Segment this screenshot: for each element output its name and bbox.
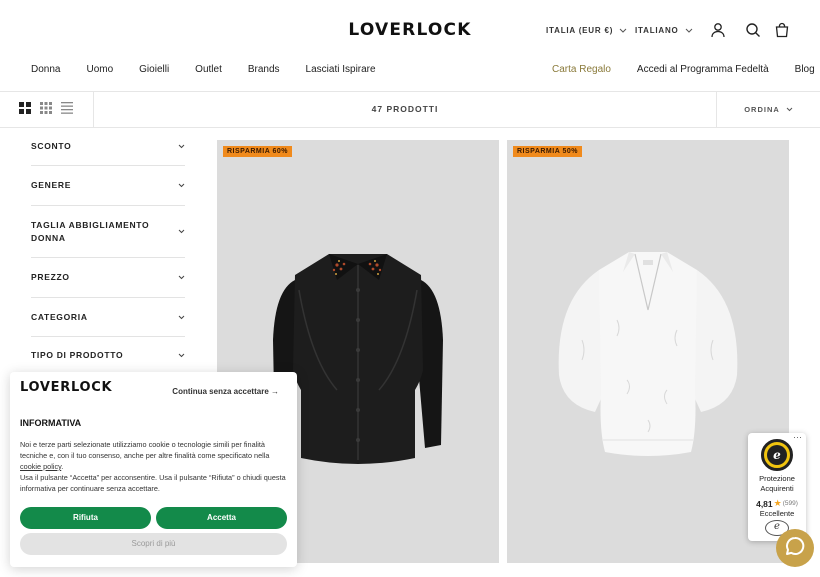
chevron-down-icon: [178, 273, 185, 282]
filter-genere[interactable]: GENERE: [31, 166, 185, 206]
nav-item-gift-card[interactable]: Carta Regalo: [552, 64, 611, 75]
nav-item-gioielli[interactable]: Gioielli: [139, 64, 169, 75]
reject-button[interactable]: Rifiuta: [20, 507, 151, 529]
grid-small-icon[interactable]: [40, 101, 52, 119]
filter-label: GENERE: [31, 180, 72, 190]
trust-rating: 4,81 ★ (599): [748, 498, 806, 509]
cookie-text: Noi e terze parti selezionate utilizziam…: [20, 439, 290, 494]
filter-sconto[interactable]: SCONTO: [31, 128, 185, 166]
chevron-down-icon: [619, 26, 627, 35]
nav-item-blog[interactable]: Blog: [795, 64, 815, 75]
country-selector[interactable]: ITALIA (EUR €): [546, 22, 627, 38]
more-options-icon[interactable]: ···: [793, 433, 802, 442]
chevron-down-icon: [685, 26, 693, 35]
main-nav: Donna Uomo Gioielli Outlet Brands Lascia…: [31, 60, 376, 78]
chat-bubble-icon: [784, 535, 806, 562]
filter-label: CATEGORIA: [31, 311, 88, 322]
cookie-policy-link[interactable]: cookie policy: [20, 462, 61, 471]
secondary-nav: Carta Regalo Accedi al Programma Fedeltà…: [552, 60, 815, 78]
trusted-shops-badge[interactable]: ··· e Protezione Acquirenti 4,81 ★ (599)…: [748, 433, 806, 541]
collection-toolbar: 47 PRODOTTI ORDINA: [0, 92, 820, 128]
filter-categoria[interactable]: CATEGORIA: [31, 298, 185, 337]
nav-item-uomo[interactable]: Uomo: [86, 64, 113, 75]
cookie-text-2: Usa il pulsante “Accetta” per acconsenti…: [20, 473, 286, 493]
chevron-down-icon: [178, 351, 185, 360]
list-view-icon[interactable]: [61, 101, 73, 119]
language-selector[interactable]: ITALIANO: [635, 22, 693, 38]
chevron-down-icon: [178, 227, 185, 236]
trust-review-count: (599): [782, 500, 798, 507]
chevron-down-icon: [786, 105, 793, 114]
trust-label: Eccellente: [759, 509, 795, 518]
chevron-down-icon: [178, 142, 185, 151]
cookie-consent-modal: LOVERLOCK Continua senza accettare → INF…: [10, 372, 297, 567]
nav-item-donna[interactable]: Donna: [31, 64, 60, 75]
site-header: LOVERLOCK ITALIA (EUR €) ITALIANO Donna …: [0, 0, 820, 92]
discount-badge: RISPARMIA 50%: [513, 146, 582, 157]
cart-icon[interactable]: [772, 20, 792, 40]
cookie-text-1-end: .: [61, 462, 64, 471]
continue-without-accepting-link[interactable]: Continua senza accettare →: [172, 387, 279, 396]
grid-view-switcher: [0, 92, 94, 127]
discount-badge: RISPARMIA 60%: [223, 146, 292, 157]
learn-more-button[interactable]: Scopri di più: [20, 533, 287, 555]
nav-item-lasciati-ispirare[interactable]: Lasciati Ispirare: [306, 64, 376, 75]
trust-seal-icon: e: [761, 439, 793, 471]
sort-dropdown[interactable]: ORDINA: [716, 92, 820, 127]
trust-title: Protezione Acquirenti: [759, 474, 795, 493]
product-image-white-blouse: [558, 252, 738, 456]
filter-prezzo[interactable]: PREZZO: [31, 258, 185, 298]
filter-tipo-prodotto[interactable]: TIPO DI PRODOTTO: [31, 337, 185, 375]
nav-item-loyalty[interactable]: Accedi al Programma Fedeltà: [637, 64, 769, 75]
search-icon[interactable]: [743, 20, 763, 40]
star-icon: ★: [773, 498, 782, 508]
filter-label: SCONTO: [31, 141, 72, 151]
cookie-title: INFORMATIVA: [20, 418, 82, 428]
nav-item-brands[interactable]: Brands: [248, 64, 280, 75]
country-selector-label: ITALIA (EUR €): [546, 25, 614, 35]
account-icon[interactable]: [708, 20, 728, 40]
chat-button[interactable]: [776, 529, 814, 567]
cookie-text-1: Noi e terze parti selezionate utilizziam…: [20, 440, 270, 460]
product-card[interactable]: RISPARMIA 50%: [507, 140, 789, 563]
filter-sidebar: SCONTO GENERE TAGLIA ABBIGLIAMENTO DONNA…: [31, 128, 185, 375]
trust-score: 4,81: [756, 498, 773, 509]
filter-label: PREZZO: [31, 272, 70, 282]
chevron-down-icon: [178, 313, 185, 322]
sort-label: ORDINA: [744, 105, 780, 114]
chevron-down-icon: [178, 181, 185, 190]
accept-button[interactable]: Accetta: [156, 507, 287, 529]
cookie-logo: LOVERLOCK: [20, 380, 113, 395]
nav-item-outlet[interactable]: Outlet: [195, 64, 222, 75]
filter-label: TIPO DI PRODOTTO: [31, 350, 124, 360]
filter-label: TAGLIA ABBIGLIAMENTO DONNA: [31, 219, 150, 243]
filter-taglia[interactable]: TAGLIA ABBIGLIAMENTO DONNA: [31, 206, 185, 258]
grid-large-icon[interactable]: [19, 101, 31, 119]
language-selector-label: ITALIANO: [635, 25, 679, 35]
product-count: 47 PRODOTTI: [371, 104, 439, 114]
site-logo[interactable]: LOVERLOCK: [338, 18, 482, 42]
